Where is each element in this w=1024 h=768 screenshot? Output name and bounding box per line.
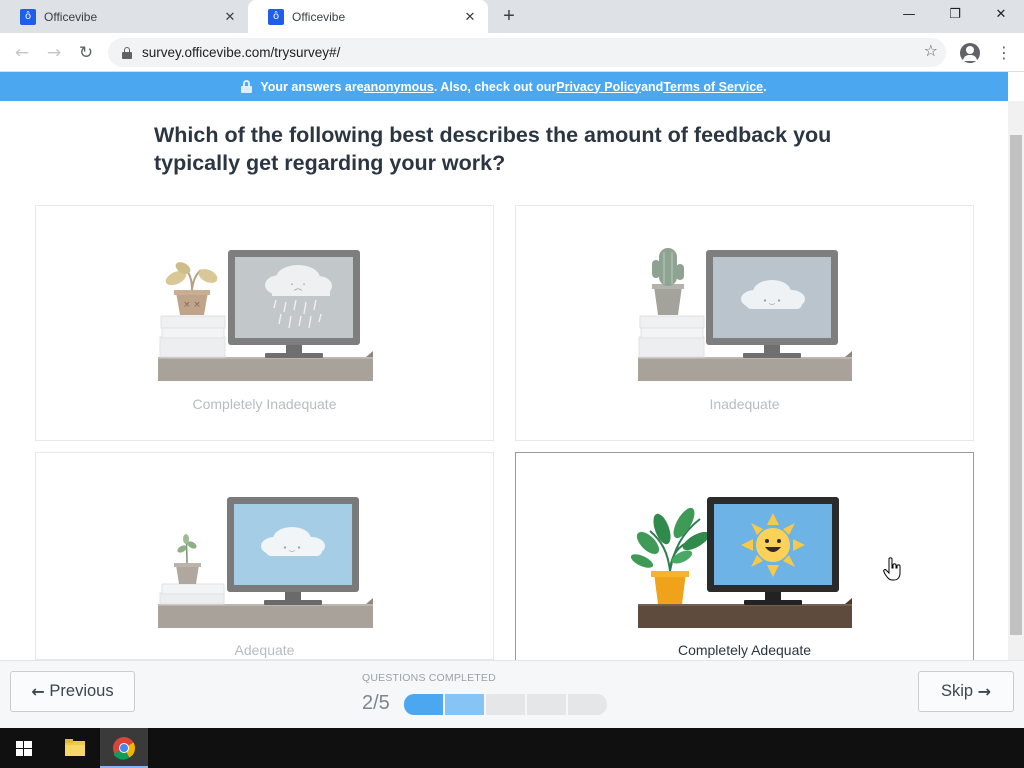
svg-text:• ‿ •: • ‿ • [763, 297, 781, 305]
officevibe-favicon-icon: ô [20, 8, 36, 25]
option-label: Adequate [234, 642, 295, 658]
tab-strip: ô Officevibe ✕ ô Officevibe ✕ + — ❐ ✕ [0, 0, 1024, 33]
windows-start-icon[interactable] [0, 728, 48, 768]
previous-button[interactable]: ← Previous [10, 671, 135, 712]
option-label: Completely Inadequate [192, 396, 337, 412]
svg-text:• ‿ •: • ‿ • [283, 544, 301, 552]
svg-text:× ×: × × [183, 300, 201, 310]
cloud-sprout-desk-illustration: • ‿ • [158, 497, 373, 628]
banner-and: and [641, 79, 664, 94]
svg-text:ˇ︵ˇ: ˇ︵ˇ [290, 282, 306, 292]
browser-toolbar: ← → ↻ survey.officevibe.com/trysurvey#/ … [0, 33, 1024, 72]
restore-button[interactable]: ❐ [932, 0, 978, 30]
tab-title: Officevibe [292, 9, 346, 24]
progress-segment-4 [527, 694, 566, 715]
banner-suffix: . [763, 79, 767, 94]
survey-footer: ← Previous QUESTIONS COMPLETED 2/5 Skip … [0, 660, 1024, 728]
anonymous-link[interactable]: anonymous [364, 80, 434, 94]
progress-segment-1 [404, 694, 443, 715]
option-label: Inadequate [709, 396, 780, 412]
back-arrow-icon[interactable]: ← [10, 41, 34, 65]
reload-icon[interactable]: ↻ [74, 41, 98, 65]
forward-arrow-icon[interactable]: → [42, 41, 66, 65]
sunny-plant-desk-illustration [630, 497, 852, 628]
previous-label: Previous [49, 682, 114, 700]
option-label: Completely Adequate [677, 642, 812, 658]
progress-bar [404, 694, 607, 715]
profile-avatar-icon[interactable] [960, 43, 980, 63]
skip-label: Skip [940, 682, 974, 700]
hand-cursor-icon [883, 557, 901, 581]
option-inadequate[interactable]: • ‿ • Inadequate [515, 205, 974, 441]
lock-icon [122, 46, 132, 59]
anonymity-banner: Your answers are anonymous . Also, check… [0, 72, 1008, 101]
arrow-right-icon: → [977, 682, 992, 701]
progress-segment-3 [486, 694, 525, 715]
progress-segment-2 [445, 694, 484, 715]
banner-prefix: Your answers are [260, 79, 364, 94]
officevibe-favicon-icon: ô [268, 8, 284, 25]
privacy-policy-link[interactable]: Privacy Policy [556, 80, 641, 94]
progress-label: QUESTIONS COMPLETED [362, 672, 496, 684]
option-adequate[interactable]: • ‿ • Adequate [35, 452, 494, 660]
tab-title: Officevibe [44, 9, 98, 24]
tab-officevibe-2[interactable]: ô Officevibe ✕ [248, 0, 488, 33]
menu-kebab-icon[interactable]: ⋮ [996, 42, 1012, 64]
chrome-taskbar-icon[interactable] [100, 728, 148, 768]
survey-question: Which of the following best describes th… [154, 123, 832, 175]
address-bar[interactable]: survey.officevibe.com/trysurvey#/ ☆ [108, 38, 946, 67]
lock-icon [241, 80, 253, 93]
close-window-button[interactable]: ✕ [978, 0, 1024, 30]
terms-of-service-link[interactable]: Terms of Service [663, 80, 763, 94]
bookmark-star-icon[interactable]: ☆ [924, 41, 938, 60]
tab-officevibe-1[interactable]: ô Officevibe ✕ [0, 0, 248, 33]
banner-middle: . Also, check out our [433, 79, 557, 94]
new-tab-button[interactable]: + [498, 6, 520, 28]
close-tab-icon[interactable]: ✕ [222, 9, 238, 25]
progress-segment-5 [568, 694, 607, 715]
close-tab-icon[interactable]: ✕ [462, 9, 478, 25]
progress-count: 2/5 [362, 692, 390, 714]
minimize-button[interactable]: — [886, 0, 932, 30]
page-scrollbar-thumb[interactable] [1010, 135, 1022, 635]
option-completely-adequate[interactable]: Completely Adequate [515, 452, 974, 660]
arrow-left-icon: ← [31, 682, 45, 701]
url-text: survey.officevibe.com/trysurvey#/ [142, 45, 341, 60]
option-completely-inadequate[interactable]: × × ˇ︵ˇ Completely Inadequate [35, 205, 494, 441]
skip-button[interactable]: Skip → [918, 671, 1014, 712]
file-explorer-icon[interactable] [51, 728, 99, 768]
os-taskbar [0, 728, 1024, 768]
